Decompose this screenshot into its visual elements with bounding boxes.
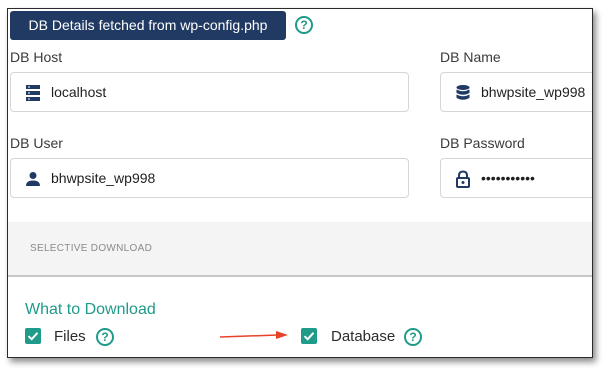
red-arrow-annotation	[220, 331, 288, 339]
db-host-field[interactable]: localhost	[10, 72, 409, 112]
check-icon	[27, 332, 39, 341]
database-icon	[456, 85, 470, 100]
db-user-value: bhwpsite_wp998	[51, 170, 156, 186]
db-name-field[interactable]: bhwpsite_wp998	[440, 72, 592, 112]
db-password-field[interactable]: •••••••••••	[440, 158, 592, 198]
lock-icon	[456, 170, 470, 188]
db-name-label: DB Name	[440, 49, 501, 65]
files-checkbox[interactable]	[25, 328, 41, 344]
db-password-value: •••••••••••	[481, 170, 535, 186]
wp-db-settings-panel: DB Details fetched from wp-config.php ? …	[7, 8, 593, 358]
person-icon	[26, 172, 40, 186]
what-to-download-title: What to Download	[25, 301, 156, 318]
database-checkbox[interactable]	[301, 328, 317, 344]
db-user-field[interactable]: bhwpsite_wp998	[10, 158, 409, 198]
database-help-icon[interactable]: ?	[404, 328, 422, 346]
db-fetched-button[interactable]: DB Details fetched from wp-config.php	[10, 11, 286, 40]
db-user-label: DB User	[10, 135, 63, 151]
fetch-help-icon[interactable]: ?	[295, 16, 313, 34]
database-label: Database	[331, 328, 396, 345]
db-host-label: DB Host	[10, 49, 63, 65]
check-icon	[303, 332, 315, 341]
selective-download-section: SELECTIVE DOWNLOAD	[8, 222, 592, 277]
server-icon	[26, 85, 40, 101]
files-label: Files	[54, 328, 86, 345]
files-help-icon[interactable]: ?	[96, 328, 114, 346]
db-password-label: DB Password	[440, 135, 525, 151]
db-host-value: localhost	[51, 84, 107, 100]
selective-download-title: SELECTIVE DOWNLOAD	[30, 243, 153, 254]
db-name-value: bhwpsite_wp998	[481, 84, 586, 100]
